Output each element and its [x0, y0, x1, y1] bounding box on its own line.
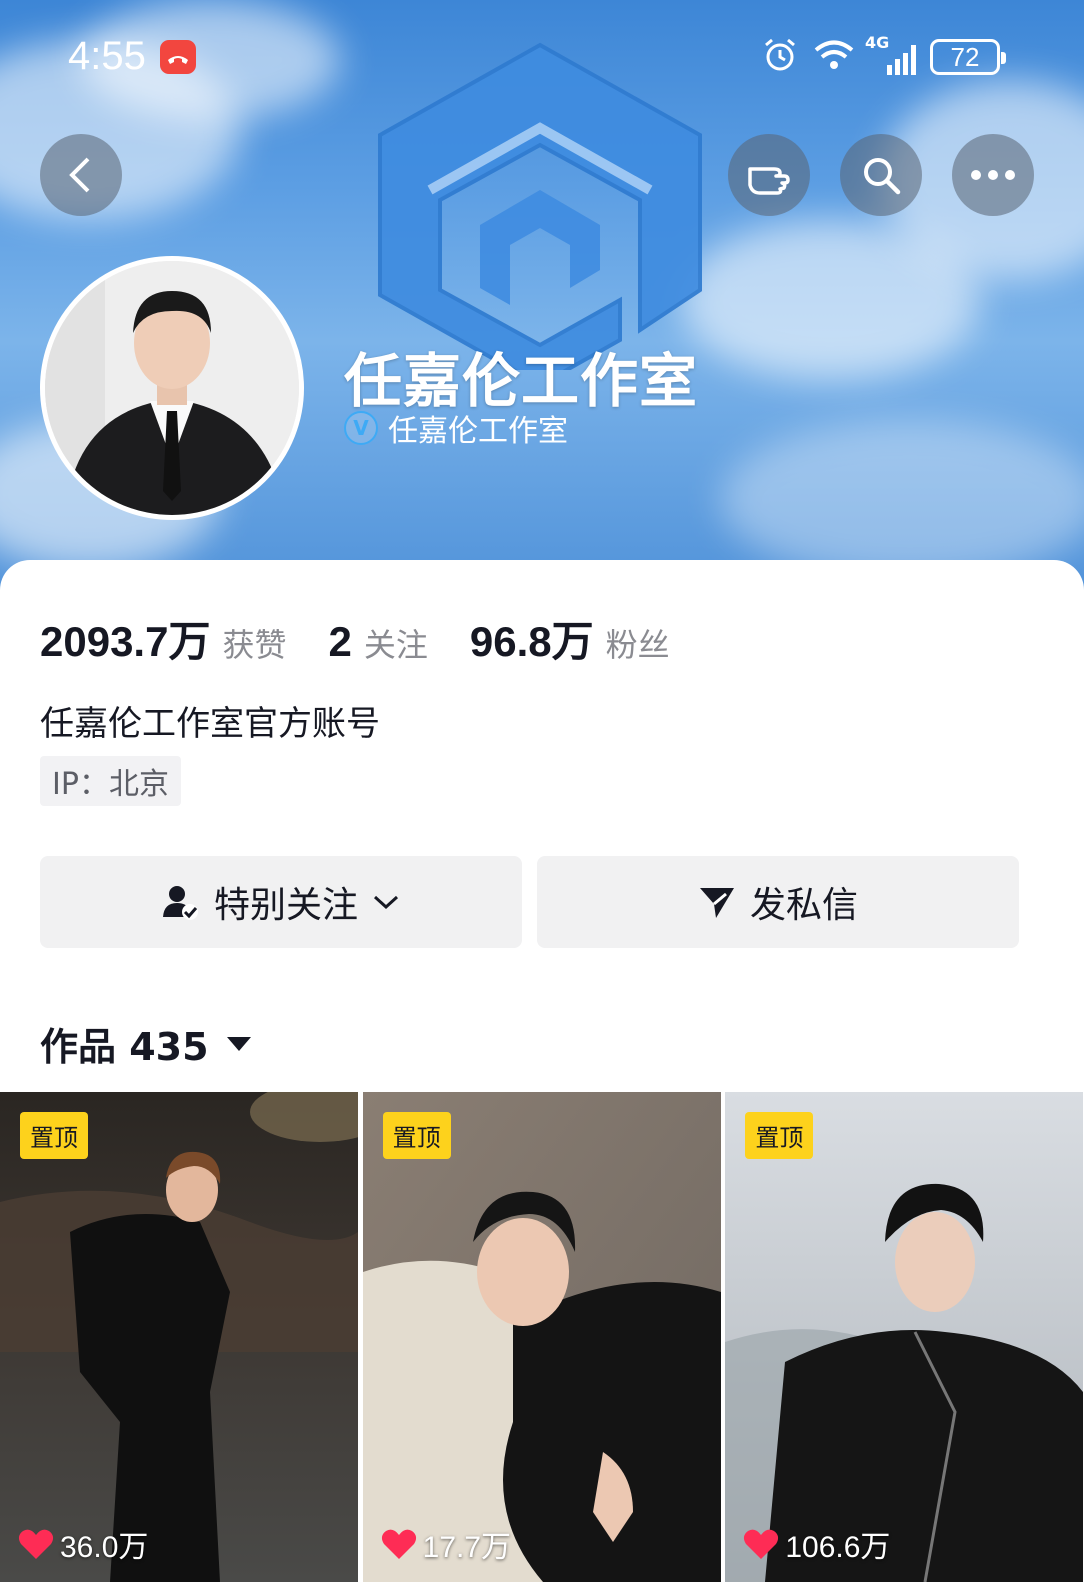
- likes-label: 获赞: [222, 626, 287, 664]
- back-button[interactable]: [40, 134, 122, 216]
- avatar[interactable]: [40, 256, 304, 520]
- alarm-icon: [761, 36, 799, 78]
- video-thumbnail[interactable]: 置顶 36.0万: [0, 1092, 359, 1582]
- pinned-badge: 置顶: [745, 1112, 814, 1159]
- followers-label[interactable]: 粉丝: [606, 620, 670, 666]
- video-thumbnail-image: [0, 1092, 359, 1582]
- call-notification-icon: [160, 40, 196, 74]
- pinned-badge: 置顶: [20, 1112, 88, 1159]
- battery-indicator: 72: [930, 39, 1006, 75]
- more-dots-icon: [971, 170, 1015, 180]
- studio-logo-icon: [378, 42, 702, 370]
- special-follow-label: 特别关注: [213, 885, 358, 926]
- like-count-text: 106.6万: [785, 1531, 891, 1564]
- pinned-badge: 置顶: [382, 1112, 451, 1159]
- following-label[interactable]: 关注: [364, 620, 428, 666]
- followers-count[interactable]: 96.8万: [470, 608, 594, 669]
- verified-badge-icon: V: [344, 411, 378, 445]
- special-follow-button[interactable]: 特别关注: [40, 856, 522, 948]
- works-count-label: 作品 435: [40, 1025, 209, 1069]
- heart-icon: [18, 1529, 54, 1559]
- profile-bio: 任嘉伦工作室官方账号: [40, 704, 380, 744]
- clock: 4:55: [68, 34, 146, 78]
- video-like-count: 36.0万: [18, 1522, 148, 1566]
- video-thumbnail-image: [362, 1092, 721, 1582]
- video-grid: 置顶 36.0万 置顶 17.7万 置顶 106.6万: [0, 1092, 1084, 1582]
- profile-card: 2093.7万 获赞 2 关注 96.8万 粉丝 任嘉伦工作室官方账号 IP：北…: [0, 560, 1084, 1582]
- like-count-text: 36.0万: [60, 1531, 149, 1564]
- heart-icon: [744, 1529, 779, 1559]
- wifi-icon: [813, 38, 855, 76]
- dropdown-caret-icon: [226, 1036, 251, 1051]
- video-like-count: 106.6万: [743, 1522, 890, 1566]
- chevron-down-icon: [373, 895, 399, 910]
- verification-line: V 任嘉伦工作室: [344, 406, 568, 450]
- ip-location-tag: IP：北京: [40, 756, 181, 806]
- gesture-button[interactable]: [728, 134, 810, 216]
- user-check-icon: [162, 886, 198, 920]
- send-message-button[interactable]: 发私信: [537, 856, 1019, 948]
- like-count-text: 17.7万: [422, 1531, 512, 1564]
- send-message-label: 发私信: [749, 885, 858, 926]
- paper-plane-icon: [699, 888, 734, 918]
- video-thumbnail-image: [725, 1092, 1084, 1582]
- works-tab[interactable]: 作品 435: [40, 1016, 251, 1071]
- verified-label: 任嘉伦工作室: [388, 414, 568, 449]
- likes-count: 2093.7万: [40, 618, 211, 665]
- status-bar: 4:55 4G 72: [0, 30, 1084, 86]
- more-options-button[interactable]: [952, 134, 1034, 216]
- profile-banner: 4:55 4G 72 任嘉伦工作室 V 任嘉伦工作室: [0, 0, 1084, 620]
- video-like-count: 17.7万: [381, 1522, 511, 1566]
- heart-icon: [381, 1529, 416, 1559]
- chevron-left-icon: [69, 157, 90, 193]
- search-button[interactable]: [840, 134, 922, 216]
- video-thumbnail[interactable]: 置顶 106.6万: [725, 1092, 1084, 1582]
- signal-icon: 4G: [865, 33, 916, 75]
- search-icon: [864, 158, 901, 195]
- following-count[interactable]: 2: [328, 618, 351, 666]
- pointing-hand-icon: [748, 167, 790, 195]
- stats-row: 2093.7万 获赞 2 关注 96.8万 粉丝: [40, 608, 712, 669]
- video-thumbnail[interactable]: 置顶 17.7万: [362, 1092, 722, 1582]
